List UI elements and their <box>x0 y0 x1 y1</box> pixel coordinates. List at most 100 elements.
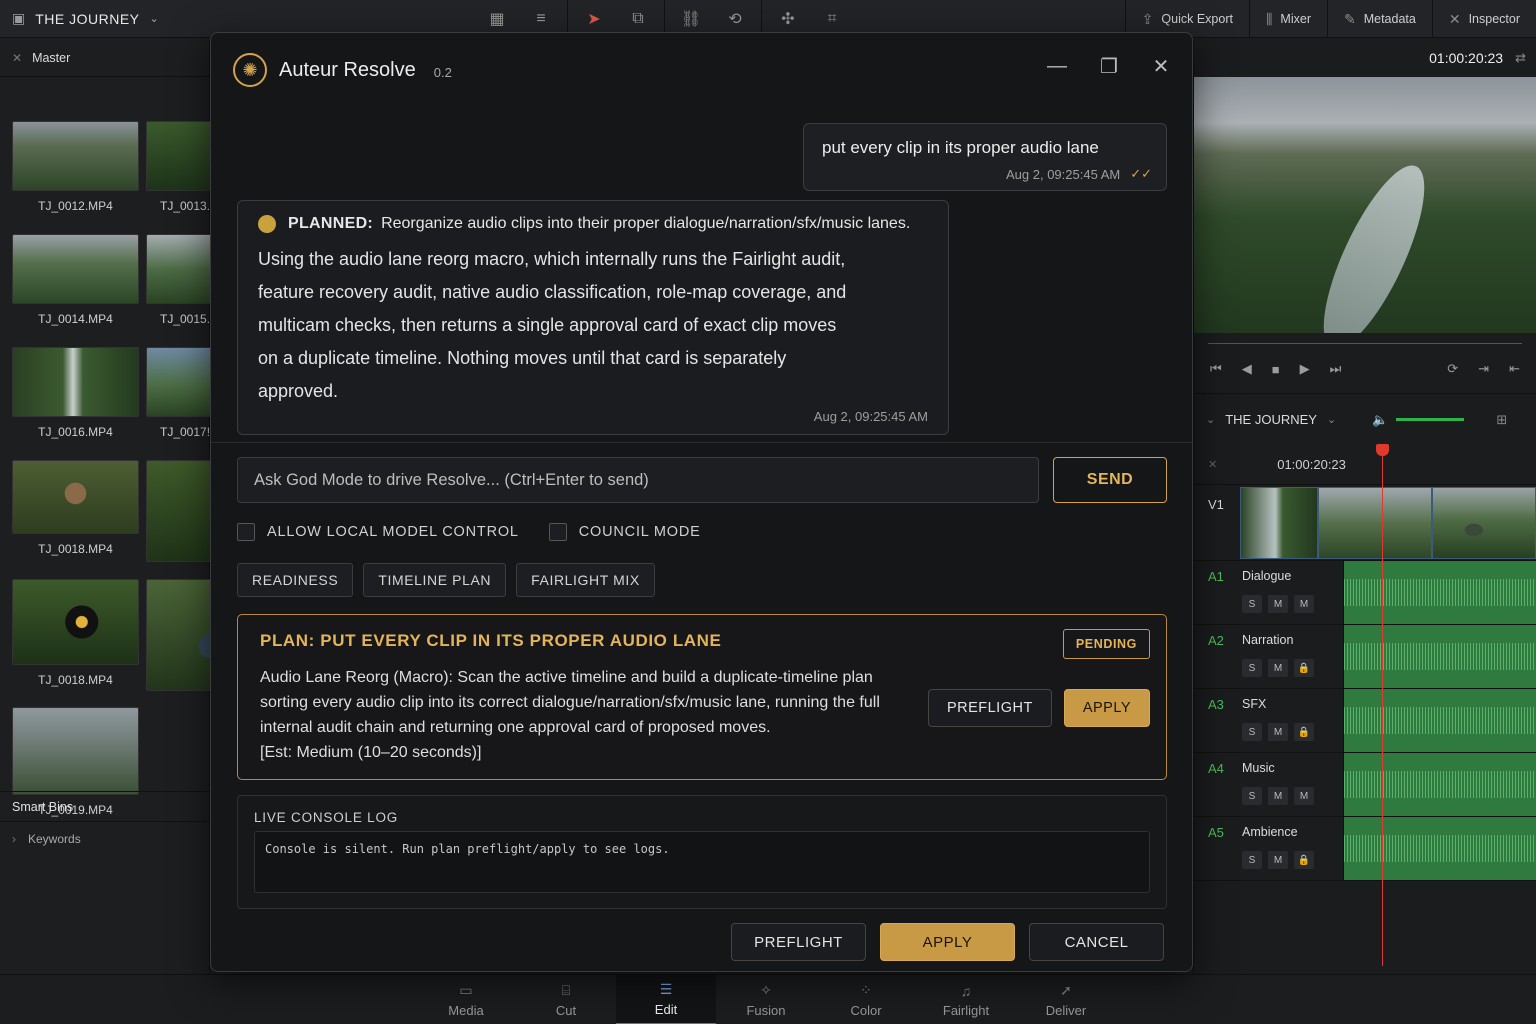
chevron-down-icon[interactable]: ⌄ <box>1206 413 1215 426</box>
volume-slider[interactable] <box>1396 418 1465 421</box>
timeline-view-icon[interactable]: ⊞ <box>1496 412 1507 428</box>
quick-export-label: Quick Export <box>1161 12 1233 26</box>
inspector-button[interactable]: ✕ Inspector <box>1431 0 1536 38</box>
scrubber-bar[interactable] <box>1194 333 1536 355</box>
ruler-timecode: 01:00:20:23 <box>1277 457 1346 472</box>
viewer-frame[interactable] <box>1194 77 1536 333</box>
step-back-icon[interactable]: ◀ <box>1242 361 1252 377</box>
tab-color[interactable]: ⁘ Color <box>816 975 916 1024</box>
maximize-icon[interactable]: ❐ <box>1094 51 1124 81</box>
console-output[interactable]: Console is silent. Run plan preflight/ap… <box>254 831 1150 893</box>
video-track: V1 <box>1194 485 1536 561</box>
chevron-down-icon[interactable]: ⌄ <box>150 12 159 25</box>
prompt-input[interactable]: Ask God Mode to drive Resolve... (Ctrl+E… <box>237 457 1039 503</box>
clip-thumbnail[interactable]: TJ_0014.MP4 <box>12 234 139 326</box>
bin-header[interactable]: ✕ Master <box>0 39 209 77</box>
audio-track: A5 Ambience S M 🔒 <box>1194 817 1536 881</box>
loop-icon[interactable]: ⟳ <box>1447 361 1458 377</box>
tab-edit[interactable]: ☰ Edit <box>616 975 716 1024</box>
version-label: 0.2 <box>433 64 452 80</box>
audio-clip[interactable] <box>1344 817 1536 880</box>
solo-button[interactable]: S <box>1242 787 1262 805</box>
timeline-name[interactable]: THE JOURNEY <box>1225 412 1317 427</box>
viewer-timecode: 01:00:20:23 <box>1429 50 1504 66</box>
audio-clip[interactable] <box>1344 753 1536 816</box>
checkbox[interactable] <box>548 523 567 541</box>
solo-button[interactable]: S <box>1242 723 1262 741</box>
apply-button[interactable]: APPLY <box>880 923 1015 961</box>
panel-toggle-icon[interactable]: ▣ <box>12 10 25 27</box>
chevron-down-icon[interactable]: ⌄ <box>1327 413 1336 426</box>
tab-deliver[interactable]: ➚ Deliver <box>1016 975 1116 1024</box>
plan-preflight-button[interactable]: PREFLIGHT <box>927 689 1052 727</box>
scrubber-line <box>1208 343 1522 344</box>
audio-clip[interactable] <box>1344 625 1536 688</box>
mute-button[interactable]: M <box>1268 851 1288 869</box>
checkbox[interactable] <box>237 523 255 541</box>
fairlight-mix-chip[interactable]: FAIRLIGHT MIX <box>516 563 655 597</box>
tab-fairlight[interactable]: ♫ Fairlight <box>916 975 1016 1024</box>
mute-button[interactable]: M <box>1268 659 1288 677</box>
ruler-close-icon[interactable]: ✕ <box>1208 458 1217 471</box>
tab-media[interactable]: ▭ Media <box>416 975 516 1024</box>
close-icon[interactable]: ✕ <box>1146 51 1176 81</box>
viewer-options-icon[interactable]: ⇄ <box>1515 50 1526 66</box>
collapse-icon[interactable]: ✕ <box>12 51 22 65</box>
metadata-button[interactable]: ✎ Metadata <box>1326 0 1432 38</box>
audio-clip[interactable] <box>1344 561 1536 624</box>
keywords-bin[interactable]: › Keywords <box>0 822 210 856</box>
timeline-ruler[interactable]: ✕ 01:00:20:23 <box>1194 445 1536 485</box>
tab-cut[interactable]: ⌸ Cut <box>516 975 616 1024</box>
mixer-button[interactable]: ⫼ Mixer <box>1248 0 1327 38</box>
video-clip[interactable] <box>1317 487 1433 559</box>
playhead[interactable] <box>1376 444 1389 966</box>
minimize-icon[interactable]: — <box>1042 51 1072 81</box>
clip-grid: TJ_0012.MP4 TJ_0013. TJ_0014.MP4 TJ_0015… <box>0 77 273 817</box>
allow-local-model-control-toggle[interactable]: ALLOW LOCAL MODEL CONTROL <box>237 523 519 541</box>
smart-bins-header[interactable]: Smart Bins <box>0 792 210 822</box>
track-buttons: S M 🔒 <box>1242 851 1314 869</box>
next-edit-icon[interactable]: ⇥ <box>1478 361 1489 377</box>
tab-label: Fusion <box>746 1003 786 1018</box>
lock-icon[interactable]: 🔒 <box>1294 851 1314 869</box>
track-name: Dialogue <box>1242 569 1292 583</box>
export-icon: ⇪ <box>1141 10 1154 27</box>
video-clip[interactable] <box>1239 487 1318 559</box>
clip-thumbnail[interactable]: TJ_0016.MP4 <box>12 347 139 439</box>
track-info: Music SMM <box>1242 761 1314 816</box>
mute-button[interactable]: M <box>1268 595 1288 613</box>
tab-fusion[interactable]: ✧ Fusion <box>716 975 816 1024</box>
lock-icon[interactable]: 🔒 <box>1294 659 1314 677</box>
skip-back-icon[interactable]: ⏮ <box>1210 361 1222 377</box>
solo-button[interactable]: S <box>1242 595 1262 613</box>
media-page-icon: ▭ <box>459 982 473 998</box>
lock-icon[interactable]: 🔒 <box>1294 723 1314 741</box>
mute-button[interactable]: M <box>1294 787 1314 805</box>
play-icon[interactable]: ▶ <box>1300 361 1310 377</box>
solo-button[interactable]: S <box>1242 851 1262 869</box>
plan-actions: PREFLIGHT APPLY <box>927 689 1150 727</box>
skip-forward-icon[interactable]: ⏭ <box>1330 361 1342 377</box>
audio-clip[interactable] <box>1344 689 1536 752</box>
video-clip[interactable] <box>1432 487 1536 559</box>
clip-thumbnail[interactable]: TJ_0018.MP4 <box>12 460 139 556</box>
council-mode-toggle[interactable]: COUNCIL MODE <box>548 523 701 541</box>
message-timestamp: Aug 2, 09:25:45 AM <box>813 409 928 424</box>
solo-button[interactable]: S <box>1242 659 1262 677</box>
timeline-plan-chip[interactable]: TIMELINE PLAN <box>363 563 507 597</box>
stop-icon[interactable]: ■ <box>1272 362 1280 377</box>
clip-thumbnail[interactable]: TJ_0018.MP4 <box>12 579 139 687</box>
cancel-button[interactable]: CANCEL <box>1029 923 1164 961</box>
clip-thumbnail[interactable]: TJ_0012.MP4 <box>12 121 139 213</box>
readiness-chip[interactable]: READINESS <box>237 563 354 597</box>
plan-apply-button[interactable]: APPLY <box>1063 689 1150 727</box>
clip-image <box>12 579 139 665</box>
mute-button[interactable]: M <box>1268 723 1288 741</box>
mute-button[interactable]: M <box>1294 595 1314 613</box>
page-tabs: ▭ Media ⌸ Cut ☰ Edit ✧ Fusion ⁘ Color ♫ Fairli… <box>416 975 1116 1024</box>
volume-control[interactable]: 🔈 <box>1372 412 1465 428</box>
preflight-button[interactable]: PREFLIGHT <box>731 923 866 961</box>
send-button[interactable]: SEND <box>1053 457 1167 503</box>
mute-button[interactable]: M <box>1268 787 1288 805</box>
prev-edit-icon[interactable]: ⇤ <box>1509 361 1520 377</box>
